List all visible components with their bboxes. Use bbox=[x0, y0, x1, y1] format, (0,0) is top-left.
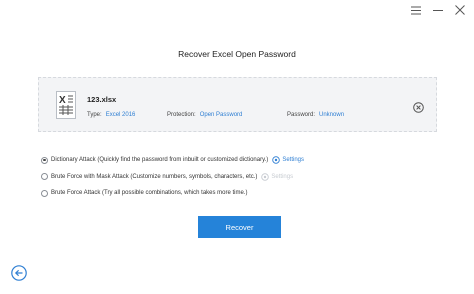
close-icon[interactable] bbox=[454, 4, 466, 16]
menu-icon[interactable] bbox=[410, 4, 422, 16]
mask-attack-radio[interactable] bbox=[41, 173, 48, 180]
option-mask-attack[interactable]: Brute Force with Mask Attack (Customize … bbox=[41, 172, 304, 181]
file-name: 123.xlsx bbox=[87, 95, 117, 104]
settings-icon bbox=[261, 172, 270, 181]
option-dictionary-attack[interactable]: Dictionary Attack (Quickly find the pass… bbox=[41, 156, 304, 164]
file-protection: Protection: Open Password bbox=[167, 112, 242, 118]
minimize-icon[interactable] bbox=[432, 4, 444, 16]
file-type-value: Excel 2016 bbox=[105, 112, 136, 118]
brute-force-attack-radio[interactable] bbox=[41, 189, 48, 197]
file-password-label: Password: bbox=[287, 112, 316, 118]
file-card: X 123.xlsx Type: Excel 2016 Protection: Op… bbox=[38, 77, 437, 132]
file-protection-value: Open Password bbox=[199, 112, 243, 118]
file-protection-label: Protection: bbox=[167, 112, 196, 118]
dictionary-settings-label: Settings bbox=[282, 157, 304, 163]
brute-force-attack-label: Brute Force Attack (Try all possible com… bbox=[51, 190, 248, 196]
settings-icon bbox=[272, 156, 281, 164]
mask-attack-label: Brute Force with Mask Attack (Customize … bbox=[51, 173, 258, 180]
remove-file-icon[interactable] bbox=[413, 100, 424, 113]
dictionary-attack-label: Dictionary Attack (Quickly find the pass… bbox=[51, 157, 269, 163]
file-type-label: Type: bbox=[87, 112, 102, 118]
excel-file-icon: X bbox=[56, 91, 76, 119]
file-password-value: Unknown bbox=[319, 112, 345, 118]
window-controls bbox=[410, 4, 466, 16]
file-type: Type: Excel 2016 bbox=[87, 112, 135, 118]
recover-button[interactable]: Recover bbox=[198, 216, 281, 238]
file-password: Password: Unknown bbox=[287, 112, 344, 118]
attack-options: Dictionary Attack (Quickly find the pass… bbox=[41, 156, 304, 206]
page-title: Recover Excel Open Password bbox=[178, 49, 296, 59]
dictionary-settings-button[interactable]: Settings bbox=[272, 156, 304, 164]
back-icon[interactable] bbox=[11, 265, 27, 281]
option-brute-force-attack[interactable]: Brute Force Attack (Try all possible com… bbox=[41, 189, 304, 197]
mask-settings-label: Settings bbox=[271, 173, 294, 180]
mask-settings-button: Settings bbox=[261, 172, 294, 181]
dictionary-attack-radio[interactable] bbox=[41, 156, 48, 164]
svg-text:X: X bbox=[59, 95, 66, 106]
